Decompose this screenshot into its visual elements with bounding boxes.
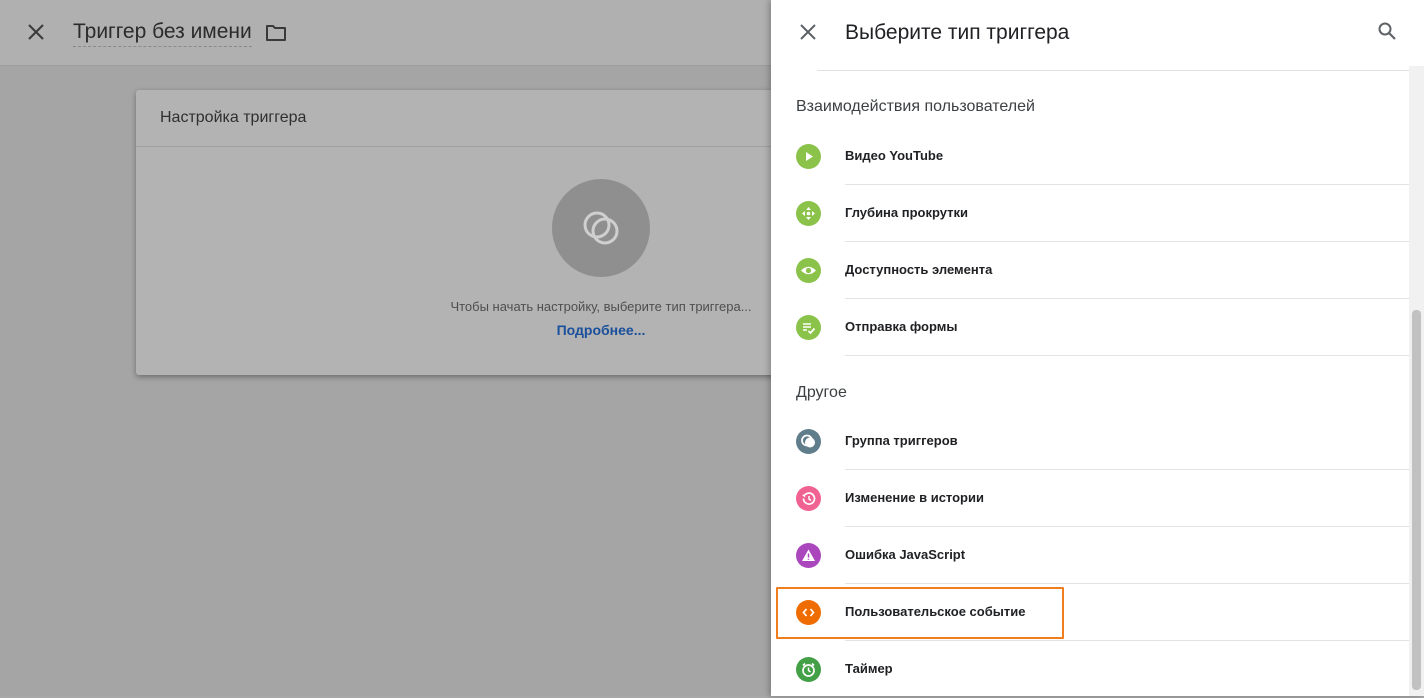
trigger-item-javascript-error[interactable]: Ошибка JavaScript	[771, 527, 1409, 584]
trigger-item-label: Видео YouTube	[845, 148, 944, 163]
alarm-icon	[796, 657, 821, 682]
trigger-item-form-submission[interactable]: Отправка формы	[771, 299, 1409, 356]
scrollbar-thumb[interactable]	[1412, 310, 1421, 690]
close-icon[interactable]	[800, 24, 816, 40]
trigger-item-label: Таймер	[845, 661, 893, 676]
trigger-type-panel: Выберите тип триггера Взаимодействия пол…	[771, 0, 1424, 696]
eye-icon	[796, 258, 821, 283]
trigger-item-trigger-group[interactable]: Группа триггеров	[771, 413, 1409, 470]
trigger-group-icon	[796, 429, 821, 454]
trigger-item-element-visibility[interactable]: Доступность элемента	[771, 242, 1409, 299]
scrollbar[interactable]	[1409, 66, 1424, 696]
warning-icon	[796, 543, 821, 568]
history-icon	[796, 486, 821, 511]
section-title-other: Другое	[796, 384, 847, 401]
section-title-user-interactions: Взаимодействия пользователей	[796, 98, 1035, 115]
folder-icon[interactable]	[265, 23, 287, 43]
trigger-item-label: Группа триггеров	[845, 433, 958, 448]
panel-title: Выберите тип триггера	[845, 21, 1070, 44]
trigger-placeholder-icon[interactable]	[552, 179, 650, 277]
trigger-item-youtube-video[interactable]: Видео YouTube	[771, 128, 1409, 185]
divider	[845, 355, 1409, 356]
learn-more-link[interactable]: Подробнее...	[436, 322, 766, 338]
play-icon	[796, 144, 821, 169]
trigger-item-scroll-depth[interactable]: Глубина прокрутки	[771, 185, 1409, 242]
trigger-item-label: Отправка формы	[845, 319, 958, 334]
divider	[817, 70, 1409, 71]
panel-header: Выберите тип триггера	[771, 0, 1424, 66]
trigger-item-label: Изменение в истории	[845, 490, 984, 505]
trigger-item-label: Глубина прокрутки	[845, 205, 969, 220]
trigger-item-label: Ошибка JavaScript	[845, 547, 966, 562]
trigger-item-timer[interactable]: Таймер	[771, 641, 1409, 698]
trigger-item-label: Доступность элемента	[845, 262, 993, 277]
search-icon[interactable]	[1377, 21, 1397, 41]
trigger-item-history-change[interactable]: Изменение в истории	[771, 470, 1409, 527]
close-icon[interactable]	[27, 23, 45, 41]
trigger-config-card[interactable]: Настройка триггера Чтобы начать настройк…	[136, 90, 816, 375]
form-check-icon	[796, 315, 821, 340]
highlight-box	[776, 587, 1064, 639]
card-title: Настройка триггера	[136, 90, 816, 147]
trigger-name-title[interactable]: Триггер без имени	[73, 20, 252, 47]
card-hint: Чтобы начать настройку, выберите тип три…	[450, 299, 752, 314]
scroll-arrows-icon	[796, 201, 821, 226]
